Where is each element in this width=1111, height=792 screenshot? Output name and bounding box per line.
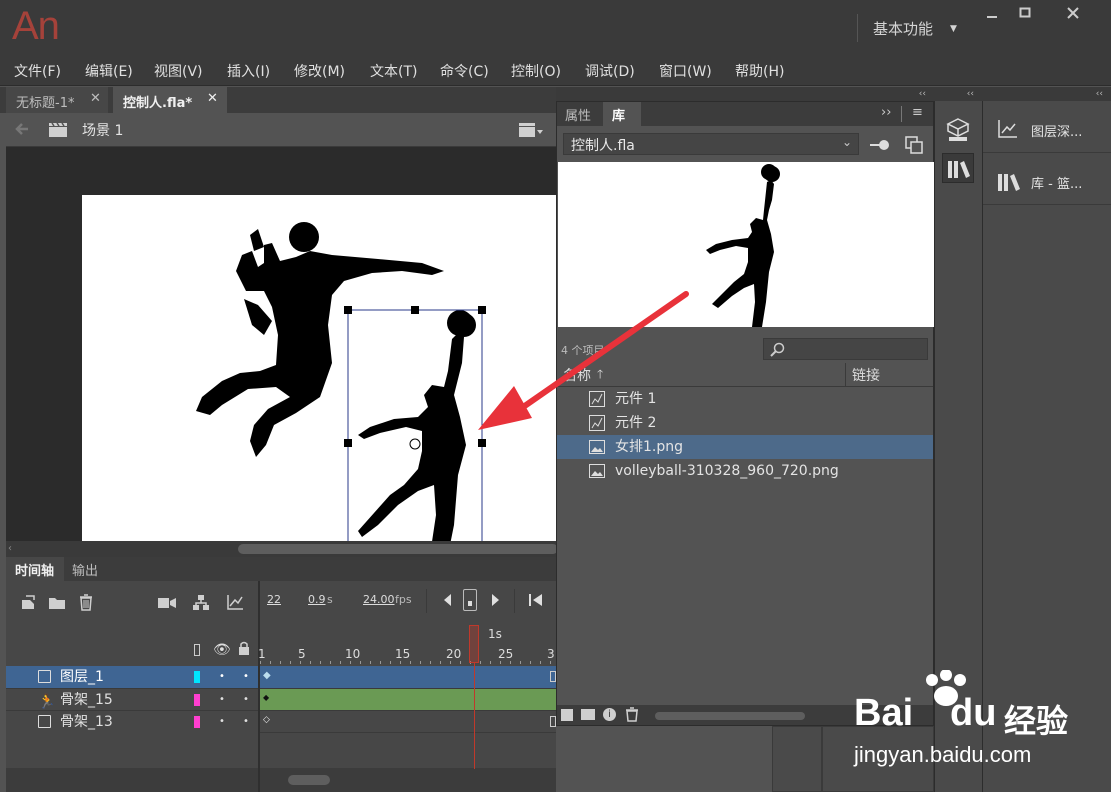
watermark-brand: du (950, 692, 997, 734)
watermark-cn: 经验 (1004, 703, 1069, 739)
watermark: Bai du 经验 jingyan.baidu.com (854, 669, 1104, 774)
watermark-brand: Bai (854, 692, 914, 734)
watermark-url: jingyan.baidu.com (854, 742, 1032, 767)
